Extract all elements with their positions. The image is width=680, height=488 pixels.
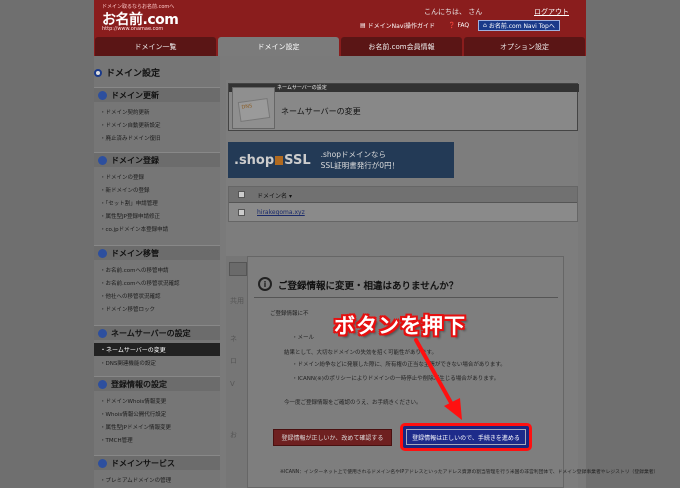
sort-icon[interactable]: ▾	[289, 193, 292, 200]
background-text: お	[230, 431, 237, 439]
sidebar-item[interactable]: ・co.jpドメイン本登録申請	[100, 225, 168, 233]
main-tabs: ドメイン一覧 ドメイン設定 お名前.com会員情報 オプション設定	[94, 37, 586, 56]
plus-icon	[98, 155, 107, 165]
transfer-icon	[98, 248, 107, 258]
divider	[254, 297, 558, 298]
sidebar-item[interactable]: ・DNS関連機能の設定	[100, 359, 156, 367]
dialog-text: ・ドメイン紛争などに発展した際に、所有権の正当な主張ができない場合があります。	[292, 362, 506, 368]
sidebar-section-services: ドメインサービス	[94, 455, 220, 470]
annotation-arrow	[414, 338, 462, 420]
sidebar-item[interactable]: ・ドメイン契約更新	[100, 108, 150, 116]
dialog-text: 今一度ご登録情報をご確認のうえ、お手続きください。	[284, 400, 422, 406]
faq-link[interactable]: ❓ FAQ	[448, 20, 469, 31]
info-icon: i	[258, 277, 272, 291]
sidebar-item[interactable]: ・新ドメインの登録	[100, 186, 150, 194]
sidebar-item[interactable]: ・お名前.comへの移管状況確認	[100, 279, 180, 287]
sidebar-title: ドメイン設定	[94, 66, 160, 79]
shop-ssl-banner[interactable]: .shop SSL .shopドメインなら SSL証明書発行が0円！	[228, 142, 454, 178]
sidebar-item[interactable]: ・プレミアムドメインの管理	[100, 476, 171, 484]
plus-icon	[98, 458, 107, 468]
table-header: ドメイン名 ▾	[229, 187, 577, 203]
nameserver-panel: ネームサーバーの設定 DNS ネームサーバーの変更	[228, 83, 579, 131]
sidebar-item[interactable]: ・お名前.comへの移管申請	[100, 266, 169, 274]
logo-url: http://www.onamae.com	[102, 26, 164, 32]
renew-icon	[98, 90, 107, 100]
sidebar-item[interactable]: ・属性型JPドメイン情報変更	[100, 423, 171, 431]
dialog-title: ご登録情報に変更・相違はありませんか？	[278, 281, 459, 292]
user-greeting: こんにちは、 さん	[424, 8, 483, 16]
sidebar-item[interactable]: ・「セット割」申請管理	[100, 199, 158, 207]
panel-header: ネームサーバーの設定	[229, 84, 579, 92]
column-domain[interactable]: ドメイン名 ▾	[257, 191, 292, 200]
highlight-frame: 登録情報は正しいので、手続きを進める	[400, 423, 532, 451]
sidebar-section-register: ドメイン登録	[94, 152, 220, 167]
background-text: 共用	[230, 297, 244, 305]
sidebar-item[interactable]: ・ドメインWhois情報変更	[100, 397, 166, 405]
sidebar-item[interactable]: ・ドメイン自動更新設定	[100, 121, 161, 129]
guide-link[interactable]: ▤ ドメインNavi操作ガイド	[360, 20, 435, 31]
proceed-button[interactable]: 登録情報は正しいので、手続きを進める	[406, 429, 526, 445]
dialog-footnote: ※ICANN：インターネット上で使用されるドメイン名やIPアドレスといったアドレ…	[280, 470, 659, 475]
shop-logo: .shop SSL	[234, 152, 311, 168]
banner-text: .shopドメインなら SSL証明書発行が0円！	[320, 150, 400, 170]
navi-top-link[interactable]: ⌂ お名前.com Navi Topへ	[478, 20, 560, 31]
dns-illustration: DNS	[232, 87, 275, 129]
sidebar-item[interactable]: ・Whois情報公開代行設定	[100, 410, 166, 418]
sidebar-item[interactable]: ・ドメイン移管ロック	[100, 305, 155, 313]
dialog-text: ご登録情報に不	[270, 311, 309, 317]
panel-title: ネームサーバーの変更	[281, 107, 361, 116]
sidebar-item-nameserver-change[interactable]: ・ネームサーバーの変更	[94, 343, 220, 356]
domain-table: ドメイン名 ▾ hirakegoma.xyz	[228, 186, 578, 222]
circle-icon	[94, 68, 102, 77]
domain-link[interactable]: hirakegoma.xyz	[257, 209, 305, 216]
sidebar-section-renew: ドメイン更新	[94, 87, 220, 102]
sidebar-item[interactable]: ・他社への移管状況確認	[100, 292, 161, 300]
logout-link[interactable]: ログアウト	[534, 7, 569, 17]
background-panel	[226, 256, 247, 488]
background-text: V	[230, 380, 235, 388]
sidebar-section-nameserver: ネームサーバーの設定	[94, 325, 220, 340]
person-icon	[98, 379, 107, 389]
sidebar-item[interactable]: ・ドメインの登録	[100, 173, 144, 181]
sidebar-section-transfer: ドメイン移管	[94, 245, 220, 260]
sidebar-section-reginfo: 登録情報の設定	[94, 376, 220, 391]
confirm-dialog: i ご登録情報に変更・相違はありませんか？ ご登録情報に不 ・メール 結果として…	[247, 256, 564, 488]
tab-domain-list[interactable]: ドメイン一覧	[95, 37, 216, 56]
lock-icon	[275, 155, 284, 165]
home-icon: ⌂	[483, 22, 487, 29]
tab-option-settings[interactable]: オプション設定	[464, 37, 585, 56]
background-tab	[229, 262, 247, 276]
globe-icon	[98, 328, 107, 338]
book-icon: ▤	[360, 22, 366, 29]
sidebar-item[interactable]: ・属性型JP登録申請修正	[100, 212, 160, 220]
dialog-text: ・メール	[292, 335, 315, 341]
tab-member-info[interactable]: お名前.com会員情報	[341, 37, 462, 56]
background-text: ロ	[230, 357, 237, 365]
tab-domain-settings[interactable]: ドメイン設定	[218, 37, 339, 56]
row-checkbox[interactable]	[238, 209, 245, 216]
select-all-checkbox[interactable]	[238, 191, 245, 198]
sidebar-item[interactable]: ・廃止済みドメイン復旧	[100, 134, 161, 142]
recheck-button[interactable]: 登録情報が正しいか、改めて確認する	[273, 429, 392, 446]
sidebar-item[interactable]: ・TMCH管理	[100, 436, 133, 444]
help-icon: ❓	[448, 22, 456, 29]
background-text: ネ	[230, 335, 237, 343]
